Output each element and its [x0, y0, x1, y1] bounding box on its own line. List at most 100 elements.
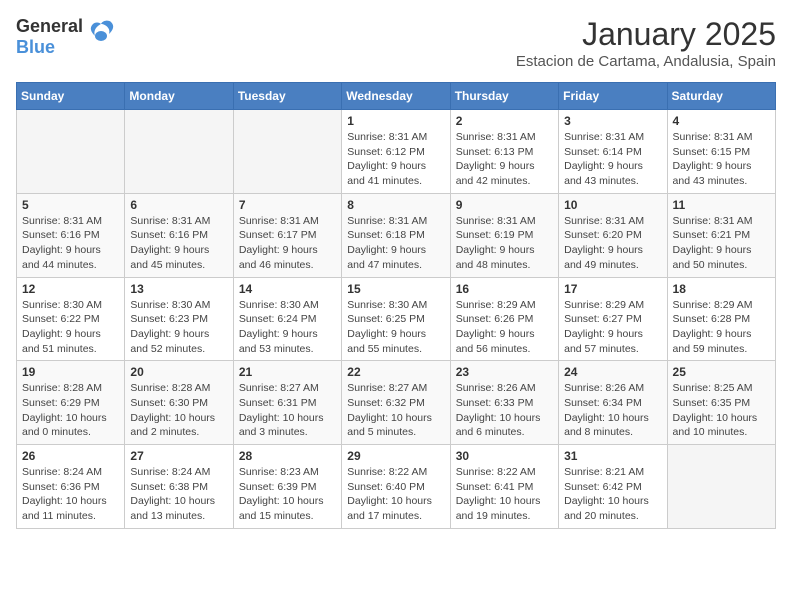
- calendar-cell: 19 Sunrise: 8:28 AM Sunset: 6:29 PM Dayli…: [17, 361, 125, 445]
- day-info: Sunrise: 8:30 AM Sunset: 6:24 PM Dayligh…: [239, 298, 336, 357]
- day-number: 29: [347, 449, 444, 463]
- calendar-cell: [17, 110, 125, 194]
- day-info: Sunrise: 8:29 AM Sunset: 6:26 PM Dayligh…: [456, 298, 553, 357]
- day-number: 28: [239, 449, 336, 463]
- calendar-cell: [125, 110, 233, 194]
- weekday-header-friday: Friday: [559, 83, 667, 110]
- day-info: Sunrise: 8:23 AM Sunset: 6:39 PM Dayligh…: [239, 465, 336, 524]
- weekday-header-monday: Monday: [125, 83, 233, 110]
- calendar-cell: 1Sunrise: 8:31 AM Sunset: 6:12 PM Daylig…: [342, 110, 450, 194]
- day-info: Sunrise: 8:31 AM Sunset: 6:17 PM Dayligh…: [239, 214, 336, 273]
- day-info: Sunrise: 8:28 AM Sunset: 6:29 PM Dayligh…: [22, 381, 119, 440]
- day-number: 25: [673, 365, 770, 379]
- calendar-cell: 15Sunrise: 8:30 AM Sunset: 6:25 PM Dayli…: [342, 277, 450, 361]
- weekday-header-sunday: Sunday: [17, 83, 125, 110]
- day-number: 6: [130, 198, 227, 212]
- calendar-cell: 26 Sunrise: 8:24 AM Sunset: 6:36 PM Dayli…: [17, 445, 125, 529]
- day-info: Sunrise: 8:26 AM Sunset: 6:33 PM Dayligh…: [456, 381, 553, 440]
- calendar-cell: 24 Sunrise: 8:26 AM Sunset: 6:34 PM Dayli…: [559, 361, 667, 445]
- day-number: 16: [456, 282, 553, 296]
- calendar-cell: 10 Sunrise: 8:31 AM Sunset: 6:20 PM Dayli…: [559, 193, 667, 277]
- day-info: Sunrise: 8:31 AM Sunset: 6:20 PM Dayligh…: [564, 214, 661, 273]
- day-number: 26: [22, 449, 119, 463]
- day-info: Sunrise: 8:31 AM Sunset: 6:12 PM Dayligh…: [347, 130, 444, 189]
- day-info: Sunrise: 8:29 AM Sunset: 6:28 PM Dayligh…: [673, 298, 770, 357]
- calendar-cell: 23 Sunrise: 8:26 AM Sunset: 6:33 PM Dayli…: [450, 361, 558, 445]
- day-info: Sunrise: 8:27 AM Sunset: 6:32 PM Dayligh…: [347, 381, 444, 440]
- day-number: 22: [347, 365, 444, 379]
- day-info: Sunrise: 8:31 AM Sunset: 6:18 PM Dayligh…: [347, 214, 444, 273]
- title-area: January 2025 Estacion de Cartama, Andalu…: [516, 16, 776, 70]
- day-number: 17: [564, 282, 661, 296]
- calendar-cell: 2 Sunrise: 8:31 AM Sunset: 6:13 PM Daylig…: [450, 110, 558, 194]
- calendar-week-2: 5 Sunrise: 8:31 AM Sunset: 6:16 PM Daylig…: [17, 193, 776, 277]
- calendar-body: 1Sunrise: 8:31 AM Sunset: 6:12 PM Daylig…: [17, 110, 776, 529]
- calendar-cell: 20 Sunrise: 8:28 AM Sunset: 6:30 PM Dayli…: [125, 361, 233, 445]
- weekday-header-wednesday: Wednesday: [342, 83, 450, 110]
- day-info: Sunrise: 8:31 AM Sunset: 6:16 PM Dayligh…: [130, 214, 227, 273]
- calendar-cell: 29 Sunrise: 8:22 AM Sunset: 6:40 PM Dayli…: [342, 445, 450, 529]
- calendar-cell: [233, 110, 341, 194]
- day-number: 21: [239, 365, 336, 379]
- day-info: Sunrise: 8:31 AM Sunset: 6:13 PM Dayligh…: [456, 130, 553, 189]
- day-number: 18: [673, 282, 770, 296]
- day-info: Sunrise: 8:28 AM Sunset: 6:30 PM Dayligh…: [130, 381, 227, 440]
- day-info: Sunrise: 8:22 AM Sunset: 6:41 PM Dayligh…: [456, 465, 553, 524]
- calendar-cell: 18 Sunrise: 8:29 AM Sunset: 6:28 PM Dayli…: [667, 277, 775, 361]
- day-info: Sunrise: 8:30 AM Sunset: 6:25 PM Dayligh…: [347, 298, 444, 357]
- header: General Blue January 2025 Estacion de Ca…: [16, 16, 776, 70]
- day-info: Sunrise: 8:25 AM Sunset: 6:35 PM Dayligh…: [673, 381, 770, 440]
- calendar-cell: 8 Sunrise: 8:31 AM Sunset: 6:18 PM Daylig…: [342, 193, 450, 277]
- day-info: Sunrise: 8:21 AM Sunset: 6:42 PM Dayligh…: [564, 465, 661, 524]
- day-info: Sunrise: 8:30 AM Sunset: 6:23 PM Dayligh…: [130, 298, 227, 357]
- day-info: Sunrise: 8:22 AM Sunset: 6:40 PM Dayligh…: [347, 465, 444, 524]
- day-info: Sunrise: 8:24 AM Sunset: 6:36 PM Dayligh…: [22, 465, 119, 524]
- calendar-cell: 21 Sunrise: 8:27 AM Sunset: 6:31 PM Dayli…: [233, 361, 341, 445]
- day-number: 23: [456, 365, 553, 379]
- day-info: Sunrise: 8:31 AM Sunset: 6:16 PM Dayligh…: [22, 214, 119, 273]
- day-info: Sunrise: 8:26 AM Sunset: 6:34 PM Dayligh…: [564, 381, 661, 440]
- day-number: 31: [564, 449, 661, 463]
- calendar-cell: 7Sunrise: 8:31 AM Sunset: 6:17 PM Daylig…: [233, 193, 341, 277]
- calendar-cell: 11 Sunrise: 8:31 AM Sunset: 6:21 PM Dayli…: [667, 193, 775, 277]
- calendar-cell: 16 Sunrise: 8:29 AM Sunset: 6:26 PM Dayli…: [450, 277, 558, 361]
- calendar-cell: 25 Sunrise: 8:25 AM Sunset: 6:35 PM Dayli…: [667, 361, 775, 445]
- logo: General Blue: [16, 16, 115, 58]
- day-info: Sunrise: 8:31 AM Sunset: 6:21 PM Dayligh…: [673, 214, 770, 273]
- logo-bird-icon: [87, 20, 115, 54]
- day-number: 27: [130, 449, 227, 463]
- calendar-cell: 22 Sunrise: 8:27 AM Sunset: 6:32 PM Dayli…: [342, 361, 450, 445]
- day-number: 30: [456, 449, 553, 463]
- day-info: Sunrise: 8:27 AM Sunset: 6:31 PM Dayligh…: [239, 381, 336, 440]
- calendar-cell: 28 Sunrise: 8:23 AM Sunset: 6:39 PM Dayli…: [233, 445, 341, 529]
- calendar-week-5: 26 Sunrise: 8:24 AM Sunset: 6:36 PM Dayli…: [17, 445, 776, 529]
- calendar-cell: 4Sunrise: 8:31 AM Sunset: 6:15 PM Daylig…: [667, 110, 775, 194]
- day-number: 8: [347, 198, 444, 212]
- logo-general: General: [16, 16, 83, 36]
- day-number: 12: [22, 282, 119, 296]
- weekday-header-row: SundayMondayTuesdayWednesdayThursdayFrid…: [17, 83, 776, 110]
- logo-blue: Blue: [16, 37, 55, 57]
- day-info: Sunrise: 8:31 AM Sunset: 6:14 PM Dayligh…: [564, 130, 661, 189]
- calendar-cell: 5 Sunrise: 8:31 AM Sunset: 6:16 PM Daylig…: [17, 193, 125, 277]
- weekday-header-saturday: Saturday: [667, 83, 775, 110]
- day-number: 2: [456, 114, 553, 128]
- day-info: Sunrise: 8:30 AM Sunset: 6:22 PM Dayligh…: [22, 298, 119, 357]
- day-number: 11: [673, 198, 770, 212]
- calendar-cell: 17Sunrise: 8:29 AM Sunset: 6:27 PM Dayli…: [559, 277, 667, 361]
- calendar-cell: 12 Sunrise: 8:30 AM Sunset: 6:22 PM Dayli…: [17, 277, 125, 361]
- weekday-header-tuesday: Tuesday: [233, 83, 341, 110]
- calendar-week-1: 1Sunrise: 8:31 AM Sunset: 6:12 PM Daylig…: [17, 110, 776, 194]
- day-number: 19: [22, 365, 119, 379]
- day-info: Sunrise: 8:24 AM Sunset: 6:38 PM Dayligh…: [130, 465, 227, 524]
- calendar-cell: 31 Sunrise: 8:21 AM Sunset: 6:42 PM Dayli…: [559, 445, 667, 529]
- calendar-cell: 14 Sunrise: 8:30 AM Sunset: 6:24 PM Dayli…: [233, 277, 341, 361]
- day-info: Sunrise: 8:31 AM Sunset: 6:15 PM Dayligh…: [673, 130, 770, 189]
- calendar-week-3: 12 Sunrise: 8:30 AM Sunset: 6:22 PM Dayli…: [17, 277, 776, 361]
- day-number: 24: [564, 365, 661, 379]
- day-number: 5: [22, 198, 119, 212]
- day-number: 20: [130, 365, 227, 379]
- day-number: 14: [239, 282, 336, 296]
- day-info: Sunrise: 8:31 AM Sunset: 6:19 PM Dayligh…: [456, 214, 553, 273]
- day-number: 10: [564, 198, 661, 212]
